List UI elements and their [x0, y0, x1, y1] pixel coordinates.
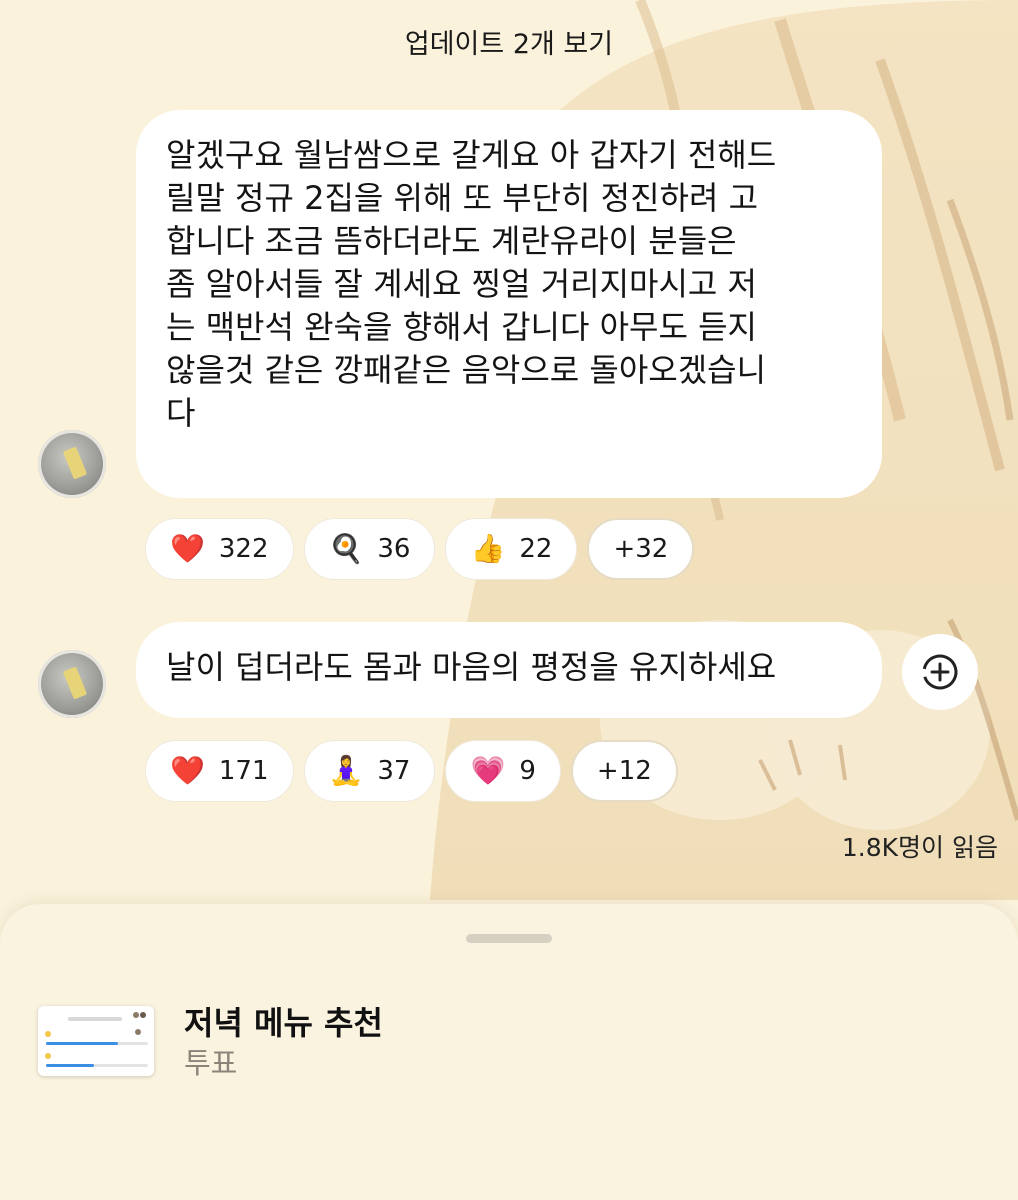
reaction-chip[interactable]: 🍳 36 — [303, 518, 436, 580]
poll-title[interactable]: 저녁 메뉴 추천 — [184, 998, 383, 1044]
thumbs-up-icon: 👍 — [470, 532, 506, 565]
person-in-lotus-position-icon: 🧘‍♀️ — [328, 754, 364, 787]
message-text-line: 는 맥반석 완숙을 향해서 갑니다 아무도 듣지 — [166, 308, 757, 346]
sheet-drag-handle[interactable] — [466, 934, 552, 943]
reaction-chip[interactable]: ❤️ 322 — [145, 518, 294, 580]
add-reaction-button[interactable] — [902, 634, 978, 710]
more-reactions-button[interactable]: +12 — [570, 740, 678, 802]
poll-preview-icon — [45, 1012, 148, 1067]
reaction-count: 22 — [519, 534, 553, 564]
avatar-image — [62, 666, 88, 700]
frying-pan-egg-icon: 🍳 — [328, 532, 364, 565]
reaction-bar: ❤️ 322 🍳 36 👍 22 +32 — [145, 518, 695, 580]
more-reactions-button[interactable]: +32 — [587, 518, 695, 580]
message-text-line: 않을것 같은 깡패같은 음악으로 돌아오겠습니 — [166, 351, 767, 389]
view-updates-link[interactable]: 업데이트 2개 보기 — [0, 22, 1018, 61]
red-heart-icon: ❤️ — [170, 754, 205, 787]
reaction-count: 37 — [377, 756, 411, 786]
growing-heart-icon: 💗 — [470, 754, 506, 787]
reaction-count: 36 — [377, 534, 411, 564]
message-text-line: 알겠구요 월남쌈으로 갈게요 아 갑자기 전해드 — [166, 136, 777, 174]
sender-avatar[interactable] — [38, 430, 106, 498]
message-text-line: 합니다 조금 뜸하더라도 계란유라이 분들은 — [166, 222, 737, 260]
message-text-line: 좀 알아서들 잘 계세요 찡얼 거리지마시고 저 — [166, 265, 757, 303]
poll-subtitle: 투표 — [184, 1046, 238, 1080]
reaction-chip[interactable]: 👍 22 — [445, 518, 578, 580]
message-bubble[interactable]: 알겠구요 월남쌈으로 갈게요 아 갑자기 전해드 릴말 정규 2집을 위해 또 … — [136, 110, 882, 498]
add-reaction-icon — [922, 654, 958, 690]
avatar-image — [62, 446, 88, 480]
read-count[interactable]: 1.8K명이 읽음 — [842, 828, 998, 864]
reaction-count: 171 — [218, 756, 269, 786]
bottom-sheet: 저녁 메뉴 추천 투표 — [0, 904, 1018, 1200]
reaction-chip[interactable]: 💗 9 — [445, 740, 561, 802]
reaction-bar: ❤️ 171 🧘‍♀️ 37 💗 9 +12 — [145, 740, 678, 802]
poll-thumbnail[interactable] — [38, 1006, 154, 1076]
sender-avatar[interactable] — [38, 650, 106, 718]
reaction-chip[interactable]: 🧘‍♀️ 37 — [303, 740, 436, 802]
reaction-count: 322 — [218, 534, 269, 564]
message-text-line: 릴말 정규 2집을 위해 또 부단히 정진하려 고 — [166, 179, 759, 217]
message-text-line: 다 — [166, 394, 196, 432]
reaction-chip[interactable]: ❤️ 171 — [145, 740, 294, 802]
message-text-line: 날이 덥더라도 몸과 마음의 평정을 유지하세요 — [166, 648, 777, 686]
red-heart-icon: ❤️ — [170, 532, 205, 565]
message-bubble[interactable]: 날이 덥더라도 몸과 마음의 평정을 유지하세요 — [136, 622, 882, 718]
reaction-count: 9 — [519, 756, 536, 786]
